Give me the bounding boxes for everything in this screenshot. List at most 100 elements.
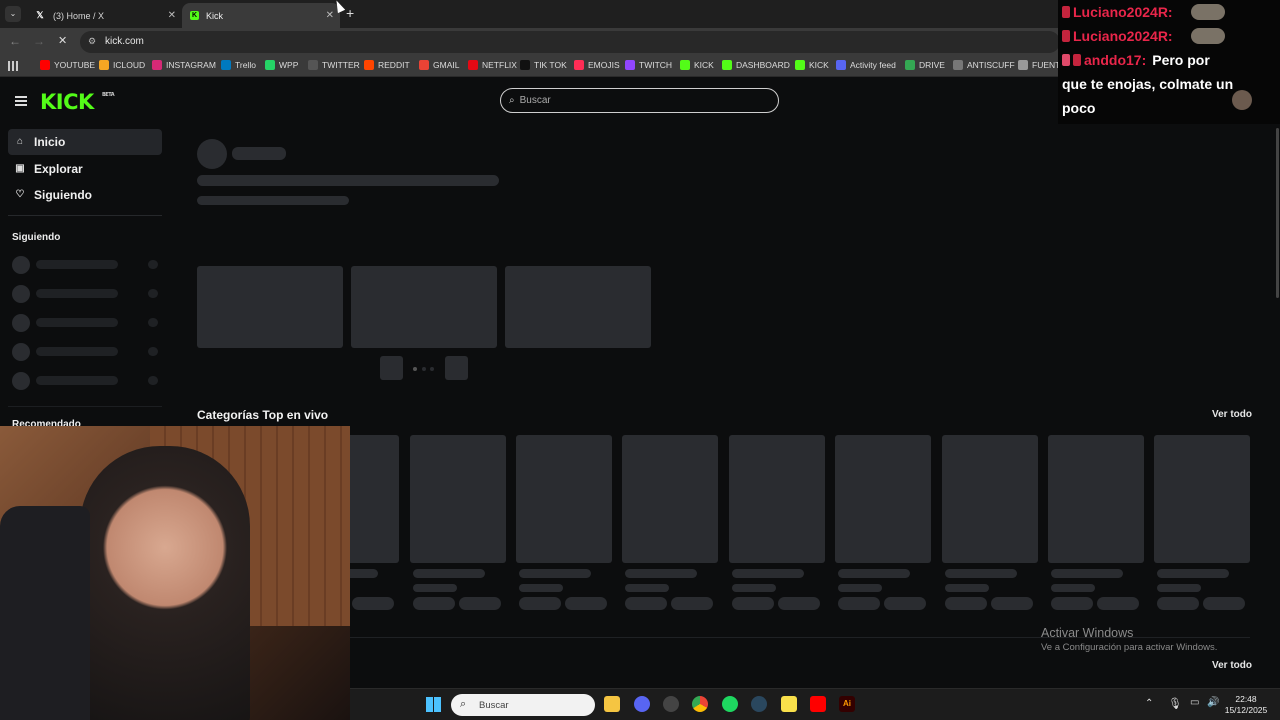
close-icon[interactable]: ✕	[168, 10, 176, 21]
youtube-icon[interactable]	[810, 696, 826, 712]
bookmark-item[interactable]: REDDIT	[364, 60, 410, 70]
skeleton-category-card[interactable]	[729, 435, 825, 563]
steam-icon[interactable]	[751, 696, 767, 712]
site-info-icon[interactable]: ⚙	[88, 36, 96, 47]
search-placeholder: Buscar	[519, 95, 551, 106]
hamburger-menu-icon[interactable]	[15, 96, 27, 106]
microphone-icon[interactable]: 🎙	[1168, 697, 1182, 710]
tab-kick[interactable]: K Kick ✕	[182, 3, 340, 28]
view-all-link[interactable]: Ver todo	[1212, 409, 1252, 420]
skeleton-carousel-card	[197, 266, 343, 348]
illustrator-icon[interactable]: Ai	[839, 696, 855, 712]
windows-start-icon[interactable]	[426, 697, 441, 712]
carousel-dot[interactable]	[413, 367, 417, 371]
watermark-title: Activar Windows	[1041, 626, 1134, 640]
skeleton-subtitle-line	[197, 196, 349, 205]
emote-icon	[1190, 4, 1225, 20]
skeleton-dot	[148, 318, 158, 327]
bookmark-item[interactable]: ICLOUD	[99, 60, 145, 70]
skeleton-category-card[interactable]	[622, 435, 718, 563]
bookmark-item[interactable]: ANTISCUFF	[953, 60, 1015, 70]
bookmark-label: TWITTER	[322, 60, 360, 70]
system-tray-chevron-icon[interactable]: ⌃	[1145, 698, 1153, 709]
skeleton-tag	[1097, 597, 1139, 610]
back-icon[interactable]: ←	[9, 34, 21, 48]
skeleton-category-card[interactable]	[410, 435, 506, 563]
volume-icon[interactable]: 🔊	[1207, 697, 1219, 708]
bookmark-icon	[99, 60, 109, 70]
sidebar-item-siguiendo[interactable]: ♡ Siguiendo	[8, 182, 162, 208]
bookmark-item[interactable]: EMOJIS	[574, 60, 620, 70]
bookmark-icon	[40, 60, 50, 70]
carousel-prev-button[interactable]	[380, 356, 403, 380]
tab-list-button[interactable]: ⌄	[5, 6, 21, 22]
chat-username: Luciano2024R:	[1073, 28, 1173, 44]
page-scrollbar[interactable]	[1276, 128, 1279, 298]
clock[interactable]: 22:48 15/12/2025	[1220, 694, 1272, 716]
bookmark-label: KICK	[694, 60, 714, 70]
bookmark-item[interactable]: KICK	[680, 60, 714, 70]
bookmark-item[interactable]: Trello	[221, 60, 256, 70]
new-tab-button[interactable]: +	[346, 5, 354, 21]
carousel-next-button[interactable]	[445, 356, 468, 380]
url-text: kick.com	[105, 36, 144, 47]
bookmark-icon	[905, 60, 915, 70]
sticky-notes-icon[interactable]	[781, 696, 797, 712]
chat-message: Pero por	[1152, 52, 1210, 68]
chrome-icon[interactable]	[692, 696, 708, 712]
close-icon[interactable]: ✕	[326, 10, 334, 21]
bookmark-item[interactable]: TIK TOK	[520, 60, 567, 70]
taskbar-search-placeholder: Buscar	[479, 699, 509, 711]
skeleton-line	[36, 376, 118, 385]
skeleton-dot	[148, 376, 158, 385]
sidebar-item-inicio[interactable]: ⌂ Inicio	[8, 129, 162, 155]
x-icon: 𝕏	[36, 10, 44, 20]
chat-line: anddo17: Pero por	[1062, 52, 1210, 68]
skeleton-category-card[interactable]	[835, 435, 931, 563]
skeleton-line	[36, 318, 118, 327]
file-explorer-icon[interactable]	[604, 696, 620, 712]
bookmark-item[interactable]: YOUTUBE	[40, 60, 95, 70]
bookmark-item[interactable]: TWITCH	[625, 60, 672, 70]
stop-icon[interactable]: ✕	[58, 34, 67, 47]
skeleton-tag	[884, 597, 926, 610]
search-input[interactable]: ⌕ Buscar	[500, 88, 779, 113]
bookmark-item[interactable]: Activity feed	[836, 60, 896, 70]
chat-username: anddo17:	[1084, 52, 1147, 68]
bookmark-icon	[722, 60, 732, 70]
bookmark-item[interactable]: WPP	[265, 60, 298, 70]
bookmark-item[interactable]: DRIVE	[905, 60, 945, 70]
skeleton-line	[945, 569, 1017, 578]
skeleton-line	[1157, 569, 1229, 578]
skeleton-category-card[interactable]	[1048, 435, 1144, 563]
spotify-icon[interactable]	[722, 696, 738, 712]
tab-x-home[interactable]: 𝕏 (3) Home / X ✕	[26, 3, 182, 28]
bookmark-icon	[574, 60, 584, 70]
skeleton-category-card[interactable]	[1154, 435, 1250, 563]
omnibox[interactable]: ⚙ kick.com	[80, 31, 1060, 53]
bookmark-item[interactable]: KICK	[795, 60, 829, 70]
network-icon[interactable]: ▭	[1190, 697, 1199, 708]
bookmark-item[interactable]: DASHBOARD	[722, 60, 790, 70]
carousel-dot[interactable]	[422, 367, 426, 371]
clock-date: 15/12/2025	[1224, 705, 1268, 715]
bookmark-icon	[364, 60, 374, 70]
app-icon[interactable]	[663, 696, 679, 712]
apps-grid-icon[interactable]	[8, 61, 18, 71]
forward-icon[interactable]: →	[33, 34, 45, 48]
carousel-dot[interactable]	[430, 367, 434, 371]
bookmark-item[interactable]: TWITTER	[308, 60, 360, 70]
sidebar-item-explorar[interactable]: ▣ Explorar	[8, 156, 162, 182]
chat-message-continued: que te enojas, colmate un	[1062, 76, 1234, 92]
bookmark-item[interactable]: NETFLIX	[468, 60, 517, 70]
skeleton-category-card[interactable]	[942, 435, 1038, 563]
view-all-link-2[interactable]: Ver todo	[1212, 660, 1252, 671]
bookmark-item[interactable]: GMAIL	[419, 60, 459, 70]
categories-heading: Categorías Top en vivo	[197, 408, 329, 422]
skeleton-category-card[interactable]	[516, 435, 612, 563]
discord-icon[interactable]	[634, 696, 650, 712]
kick-logo[interactable]: KICK BETA	[40, 90, 115, 114]
bookmark-label: WPP	[279, 60, 299, 70]
taskbar-search-input[interactable]: ⌕ Buscar	[451, 694, 595, 716]
bookmark-item[interactable]: INSTAGRAM	[152, 60, 216, 70]
